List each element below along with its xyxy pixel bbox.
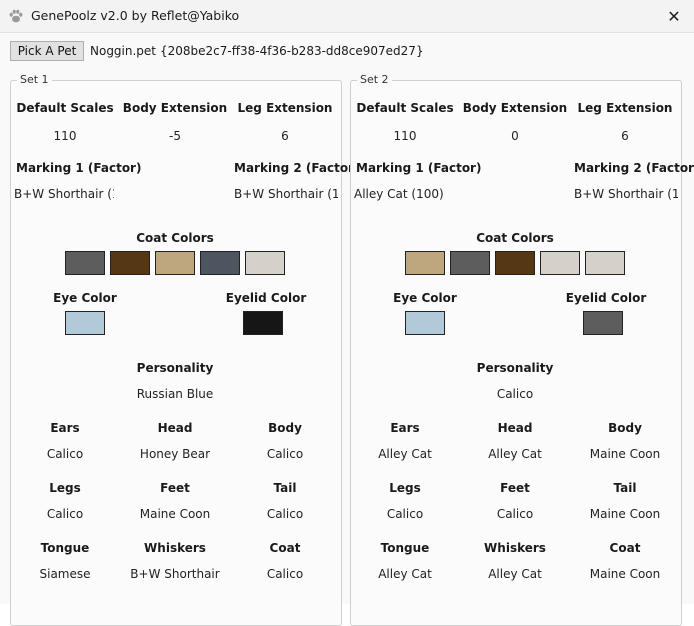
eye-color-swatch[interactable] — [405, 311, 445, 335]
ears-label: Ears — [50, 421, 80, 435]
gene-set-panel: Set 2 Default Scales 110 Body Extension 0 Leg… — [350, 73, 694, 626]
legs-value: Calico — [46, 507, 84, 521]
marking2-value: B+W Shorthair (100) — [234, 187, 338, 201]
feet-value: Calico — [496, 507, 534, 521]
close-icon: ✕ — [667, 6, 681, 26]
eyelid-color-swatch[interactable] — [583, 311, 623, 335]
marking1-value: B+W Shorthair (100) — [14, 187, 114, 201]
gene-set-panel: Set 1 Default Scales 110 Body Extension -5 Le… — [10, 73, 359, 626]
paw-icon — [9, 9, 23, 23]
tongue-label: Tongue — [380, 541, 430, 555]
coat-color-swatch[interactable] — [495, 251, 535, 275]
eye-color-swatch[interactable] — [65, 311, 105, 335]
coat-color-swatch[interactable] — [405, 251, 445, 275]
tail-value: Calico — [266, 507, 304, 521]
coat-color-swatch[interactable] — [200, 251, 240, 275]
pet-guid: {208be2c7-ff38-4f36-b283-dd8ce907ed27} — [160, 44, 424, 58]
eye-color-label: Eye Color — [53, 291, 117, 305]
leg-extension-value: 6 — [621, 129, 629, 143]
coat-color-swatch[interactable] — [110, 251, 150, 275]
body-value: Maine Coon — [589, 447, 661, 461]
whiskers-label: Whiskers — [144, 541, 206, 555]
coat-color-swatch[interactable] — [155, 251, 195, 275]
tail-label: Tail — [613, 481, 637, 495]
set-title: Set 2 — [357, 73, 392, 86]
coat-color-swatch[interactable] — [65, 251, 105, 275]
default-scales-value: 110 — [393, 129, 417, 143]
body-extension-label: Body Extension — [122, 101, 228, 115]
body-label: Body — [268, 421, 302, 435]
coat-color-swatch[interactable] — [245, 251, 285, 275]
title-bar: GenePoolz v2.0 by Reflet@Yabiko ✕ — [0, 0, 694, 33]
coat-value: Calico — [266, 567, 304, 581]
feet-label: Feet — [160, 481, 190, 495]
coat-label: Coat — [269, 541, 301, 555]
leg-extension-label: Leg Extension — [577, 101, 673, 115]
coat-colors-label: Coat Colors — [476, 231, 554, 245]
eyelid-color-label: Eyelid Color — [565, 291, 647, 305]
default-scales-label: Default Scales — [356, 101, 454, 115]
coat-colors-label: Coat Colors — [136, 231, 214, 245]
tail-value: Maine Coon — [589, 507, 661, 521]
tail-label: Tail — [273, 481, 297, 495]
leg-extension-label: Leg Extension — [237, 101, 333, 115]
head-label: Head — [497, 421, 533, 435]
marking1-label: Marking 1 (Factor) — [16, 161, 142, 175]
default-scales-label: Default Scales — [16, 101, 114, 115]
ears-label: Ears — [390, 421, 420, 435]
personality-label: Personality — [476, 361, 554, 375]
head-value: Alley Cat — [488, 447, 542, 461]
eye-color-label: Eye Color — [393, 291, 457, 305]
coat-color-swatch[interactable] — [585, 251, 625, 275]
marking2-label: Marking 2 (Factor) — [234, 161, 360, 175]
marking2-value: B+W Shorthair (100) — [574, 187, 678, 201]
head-value: Honey Bear — [139, 447, 211, 461]
window-title: GenePoolz v2.0 by Reflet@Yabiko — [31, 8, 240, 23]
pet-file-name: Noggin.pet — [90, 44, 157, 58]
personality-value: Calico — [496, 387, 534, 401]
default-scales-value: 110 — [53, 129, 77, 143]
leg-extension-value: 6 — [281, 129, 289, 143]
body-extension-value: 0 — [511, 129, 519, 143]
ears-value: Alley Cat — [378, 447, 432, 461]
tongue-value: Siamese — [39, 567, 91, 581]
coat-label: Coat — [609, 541, 641, 555]
personality-value: Russian Blue — [136, 387, 214, 401]
tongue-value: Alley Cat — [378, 567, 432, 581]
marking1-value: Alley Cat (100) — [354, 187, 444, 201]
marking2-label: Marking 2 (Factor) — [574, 161, 694, 175]
eyelid-color-swatch[interactable] — [243, 311, 283, 335]
tongue-label: Tongue — [40, 541, 90, 555]
legs-label: Legs — [389, 481, 421, 495]
main-content: Pick A Pet Noggin.pet {208be2c7-ff38-4f3… — [0, 33, 694, 626]
coat-color-swatch[interactable] — [450, 251, 490, 275]
personality-label: Personality — [136, 361, 214, 375]
body-value: Calico — [266, 447, 304, 461]
head-label: Head — [157, 421, 193, 435]
set-title: Set 1 — [17, 73, 52, 86]
legs-value: Calico — [386, 507, 424, 521]
pick-a-pet-button[interactable]: Pick A Pet — [10, 41, 84, 61]
legs-label: Legs — [49, 481, 81, 495]
feet-label: Feet — [500, 481, 530, 495]
coat-value: Maine Coon — [589, 567, 661, 581]
whiskers-value: B+W Shorthair — [130, 567, 220, 581]
body-label: Body — [608, 421, 642, 435]
ears-value: Calico — [46, 447, 84, 461]
marking1-label: Marking 1 (Factor) — [356, 161, 482, 175]
eyelid-color-label: Eyelid Color — [225, 291, 307, 305]
body-extension-label: Body Extension — [462, 101, 568, 115]
feet-value: Maine Coon — [139, 507, 211, 521]
coat-color-swatch[interactable] — [540, 251, 580, 275]
whiskers-value: Alley Cat — [488, 567, 542, 581]
whiskers-label: Whiskers — [484, 541, 546, 555]
body-extension-value: -5 — [169, 129, 181, 143]
close-button[interactable]: ✕ — [660, 2, 688, 30]
